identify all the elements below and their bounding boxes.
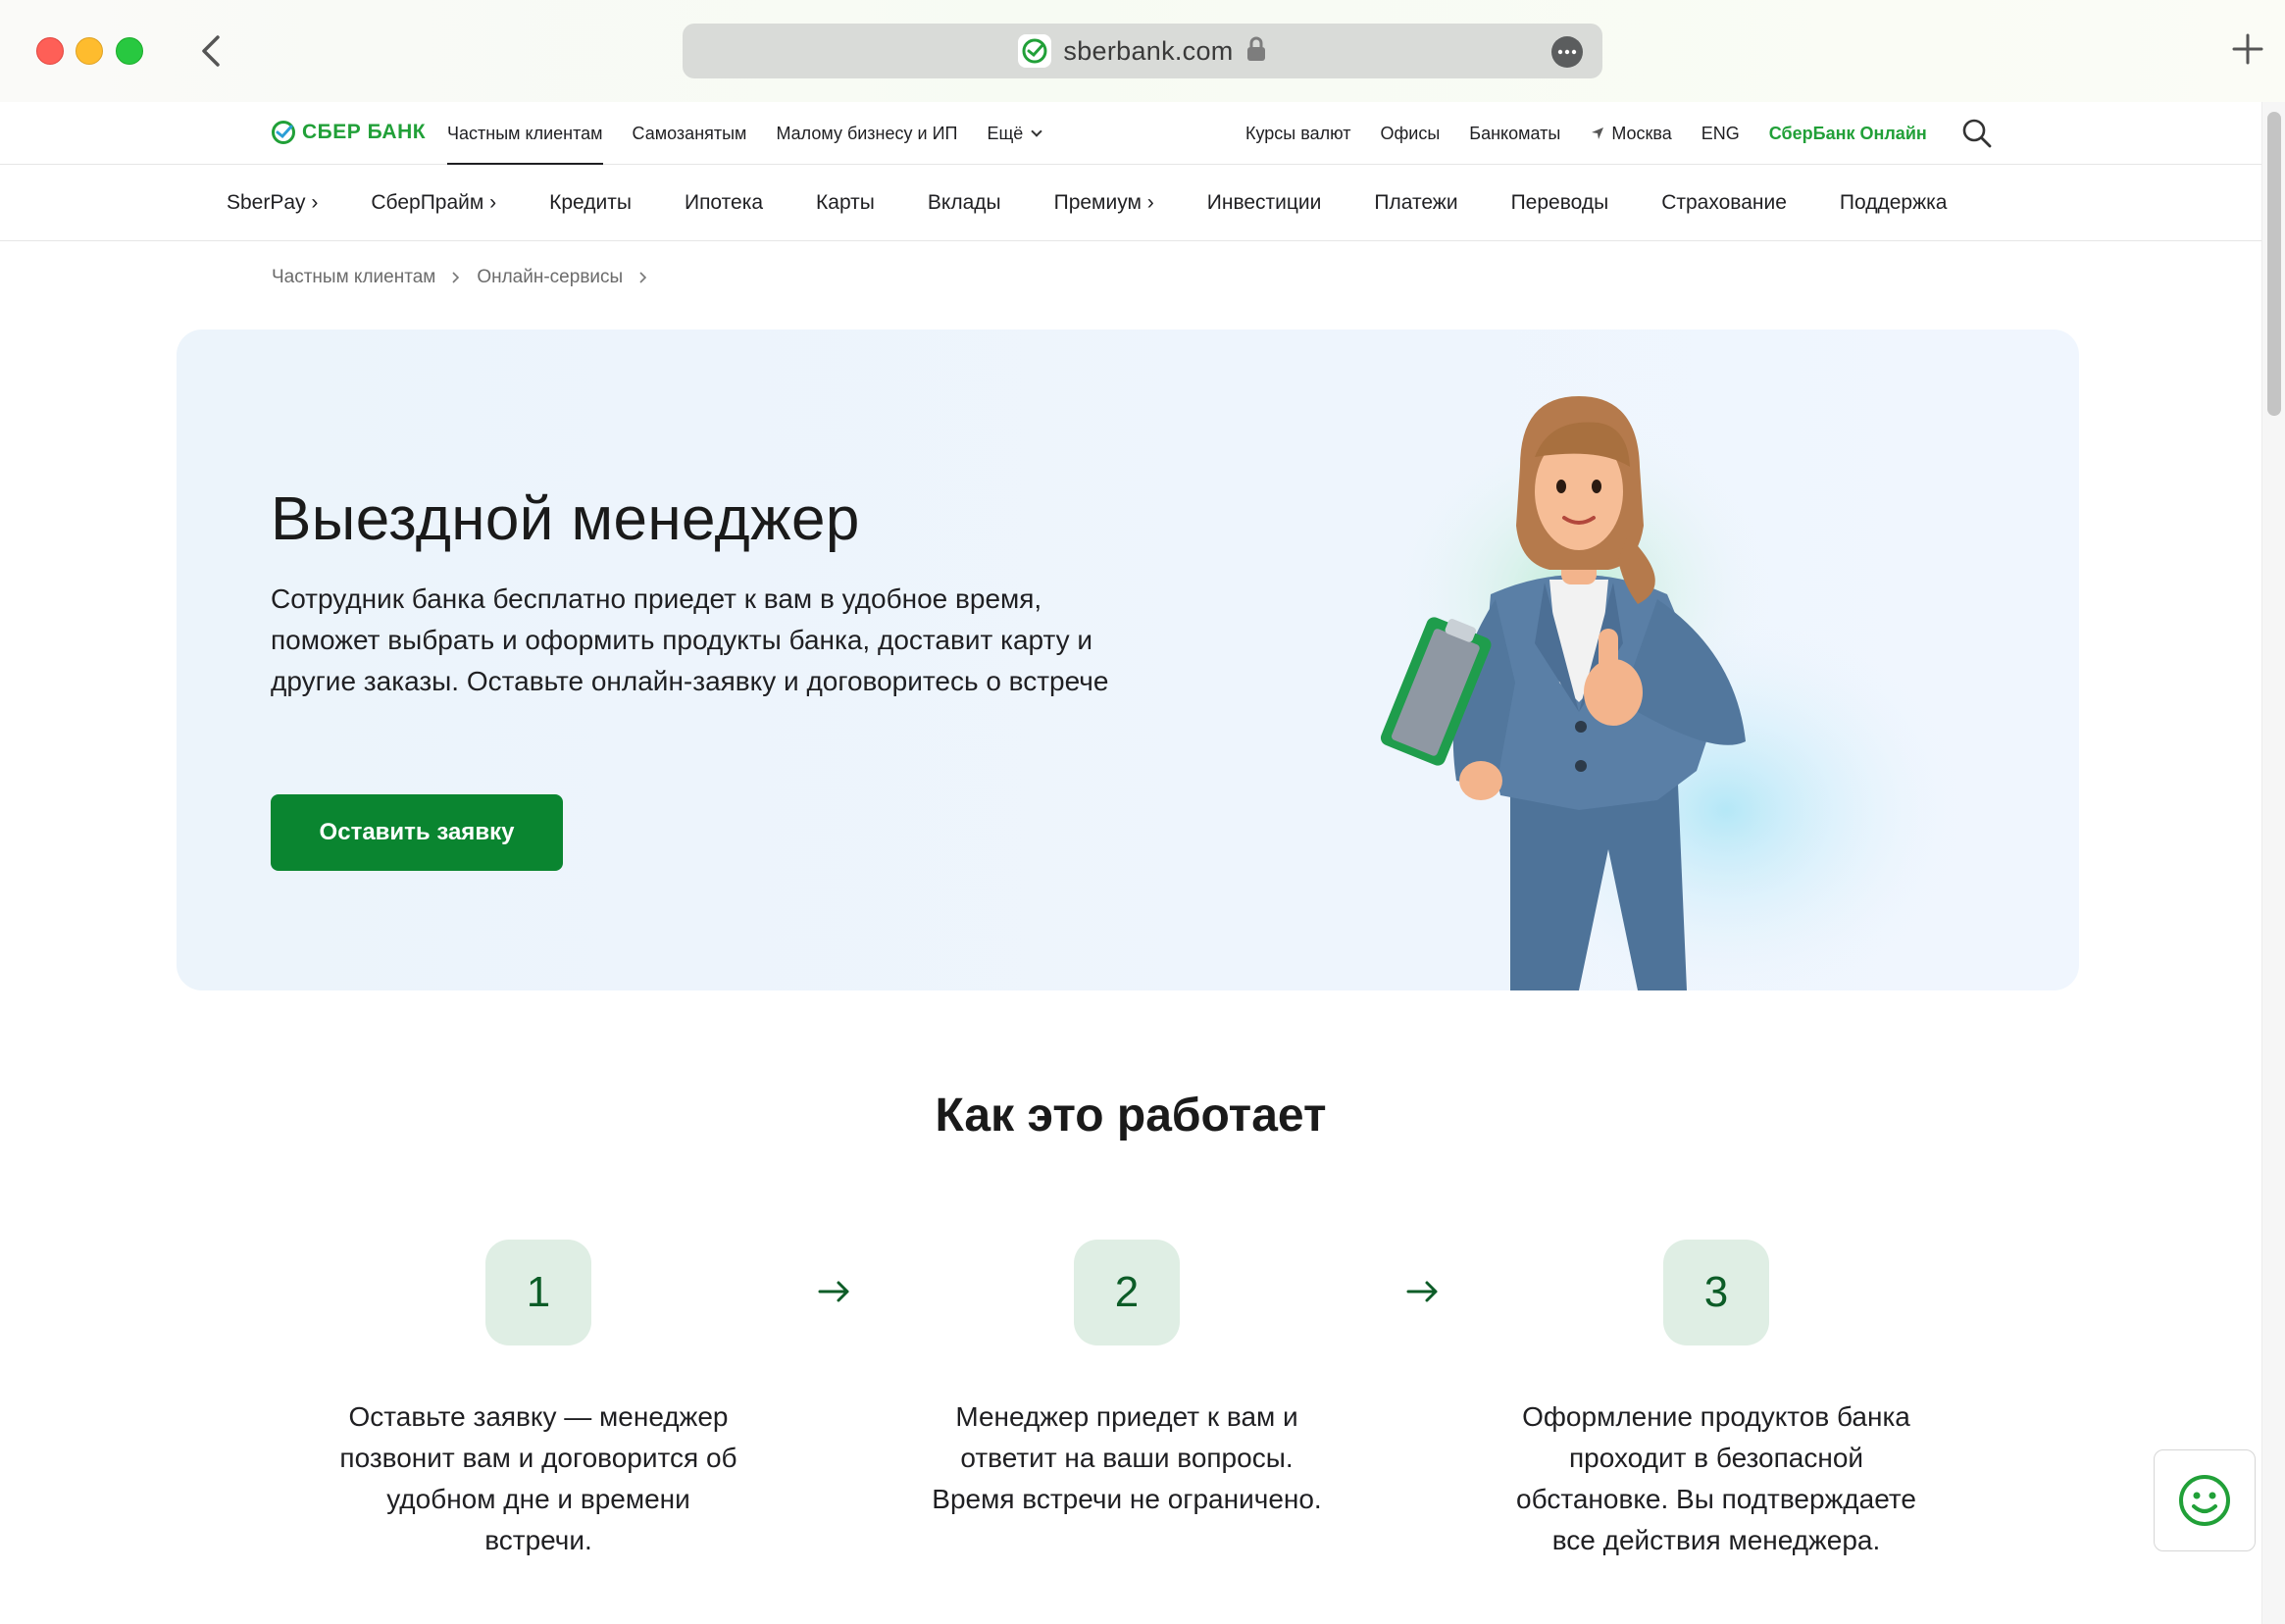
address-bar[interactable]: sberbank.com: [683, 24, 1602, 78]
logo-text: СБЕР БАНК: [302, 121, 427, 143]
subnav-sberpay[interactable]: SberPay ›: [227, 191, 318, 215]
subnav-credits[interactable]: Кредиты: [549, 191, 632, 215]
page-title: Выездной менеджер: [271, 485, 860, 553]
more-options-icon[interactable]: [1551, 36, 1583, 68]
subnav-sberprime[interactable]: СберПрайм ›: [371, 191, 496, 215]
subnav-mortgage[interactable]: Ипотека: [685, 191, 763, 215]
sber-logo-icon: [272, 121, 295, 144]
minimize-window-button[interactable]: [76, 37, 103, 65]
step-number-1: 1: [485, 1240, 591, 1345]
chevron-right-icon: [452, 272, 460, 283]
chevron-left-icon: [202, 35, 220, 67]
language-switch[interactable]: ENG: [1701, 124, 1740, 144]
search-button[interactable]: [1960, 117, 1994, 150]
breadcrumb-private-clients[interactable]: Частным клиентам: [272, 267, 435, 288]
back-button[interactable]: [192, 29, 231, 73]
subnav-transfers[interactable]: Переводы: [1511, 191, 1609, 215]
sber-favicon-icon: [1018, 34, 1052, 68]
hero-description: Сотрудник банка бесплатно приедет к вам …: [271, 584, 1109, 696]
web-page: СБЕР БАНК Частным клиентам Самозанятым М…: [0, 102, 2261, 1624]
nav-self-employed[interactable]: Самозанятым: [633, 124, 747, 144]
nav-atms[interactable]: Банкоматы: [1469, 124, 1560, 144]
hero-banner: Выездной менеджер Сотрудник банка беспла…: [177, 330, 2079, 990]
subnav-premium[interactable]: Премиум ›: [1054, 191, 1154, 215]
nav-more-label: Ещё: [987, 123, 1024, 143]
top-navigation: СБЕР БАНК Частным клиентам Самозанятым М…: [0, 102, 2261, 165]
url-text: sberbank.com: [1063, 35, 1234, 66]
arrow-right-icon: [1406, 1281, 1438, 1302]
subnav-insurance[interactable]: Страхование: [1661, 191, 1787, 215]
browser-toolbar: sberbank.com: [0, 0, 2285, 102]
close-window-button[interactable]: [36, 37, 64, 65]
maximize-window-button[interactable]: [116, 37, 143, 65]
step-number-2: 2: [1074, 1240, 1180, 1345]
lock-icon: [1245, 36, 1267, 67]
subnav-investments[interactable]: Инвестиции: [1207, 191, 1322, 215]
scrollbar-thumb[interactable]: [2267, 112, 2281, 416]
product-navigation: SberPay › СберПрайм › Кредиты Ипотека Ка…: [0, 165, 2261, 241]
sberbank-online-link[interactable]: СберБанк Онлайн: [1769, 124, 1927, 144]
page-scrollbar[interactable]: [2261, 102, 2285, 1624]
manager-illustration: [1380, 396, 1961, 990]
nav-private-clients[interactable]: Частным клиентам: [447, 124, 603, 165]
nav-offices[interactable]: Офисы: [1380, 124, 1440, 144]
location-arrow-icon: [1592, 127, 1604, 139]
chevron-down-icon: [1031, 125, 1042, 137]
step-description-1: Оставьте заявку — менеджер позвонит вам …: [339, 1401, 737, 1555]
step-number-3: 3: [1663, 1240, 1769, 1345]
submit-request-button[interactable]: Оставить заявку: [271, 794, 563, 871]
nav-small-business[interactable]: Малому бизнесу и ИП: [776, 124, 957, 144]
subnav-support[interactable]: Поддержка: [1840, 191, 1948, 215]
city-label: Москва: [1611, 123, 1672, 143]
nav-exchange-rates[interactable]: Курсы валют: [1245, 124, 1350, 144]
location-selector[interactable]: Москва: [1590, 123, 1672, 144]
subnav-payments[interactable]: Платежи: [1374, 191, 1457, 215]
new-tab-button[interactable]: [2228, 29, 2267, 69]
plus-icon: [2232, 33, 2263, 65]
feedback-widget[interactable]: [2154, 1449, 2256, 1551]
smiley-icon: [2179, 1475, 2230, 1526]
subnav-cards[interactable]: Карты: [816, 191, 875, 215]
breadcrumb-online-services[interactable]: Онлайн-сервисы: [477, 267, 623, 288]
arrow-right-icon: [818, 1281, 849, 1302]
step-description-3: Оформление продуктов банка проходит в бе…: [1516, 1401, 1916, 1555]
nav-more[interactable]: Ещё: [987, 123, 1042, 144]
chevron-right-icon: [639, 272, 647, 283]
search-icon: [1962, 119, 1992, 148]
how-it-works-title: Как это работает: [935, 1090, 1327, 1142]
breadcrumb: Частным клиентам Онлайн-сервисы: [272, 267, 650, 288]
sber-logo[interactable]: СБЕР БАНК: [271, 116, 426, 149]
subnav-deposits[interactable]: Вклады: [928, 191, 1001, 215]
step-description-2: Менеджер приедет к вам и ответит на ваши…: [932, 1401, 1322, 1514]
